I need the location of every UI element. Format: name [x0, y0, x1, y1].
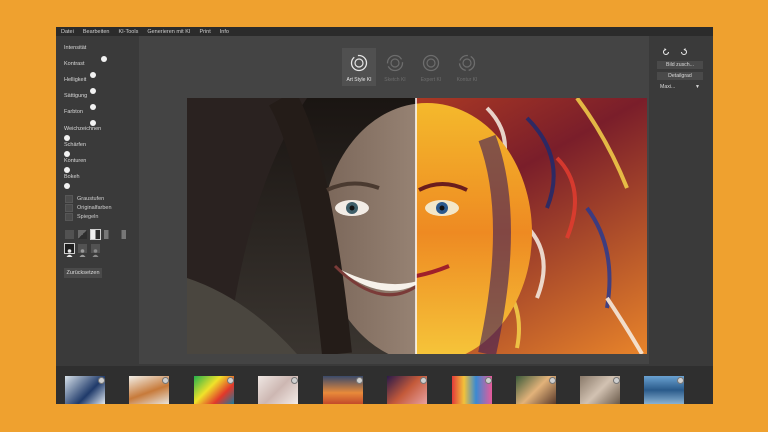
menu-print[interactable]: Print [194, 29, 214, 35]
size-select-value: Maxi... [660, 84, 676, 90]
original-colors-label: Originalfarben [77, 205, 112, 211]
thumbnail-badge [677, 377, 684, 384]
blur-slider[interactable] [64, 135, 70, 141]
person-outline-icon [79, 249, 86, 257]
grayscale-option[interactable]: Graustufen [65, 195, 104, 203]
right-panel: Bild zusch... Detailgrad Maxi... ▼ [651, 36, 713, 366]
thumbnail[interactable] [320, 376, 366, 404]
size-select[interactable]: Maxi... ▼ [657, 83, 703, 91]
thumbnail-badge [162, 377, 169, 384]
fit-image-button[interactable]: Bild zusch... [657, 61, 703, 69]
portrait-mode-3-button[interactable] [91, 244, 100, 257]
thumbnail-badge [485, 377, 492, 384]
person-icon [66, 249, 73, 257]
contour-icon [458, 54, 476, 72]
blur-label: Weichzeichnen [64, 126, 102, 132]
menu-ki-tools[interactable]: KI-Tools [113, 29, 142, 35]
tab-art-style-label: Art Style KI [346, 77, 372, 83]
menu-bar: Datei Bearbeiten KI-Tools Generieren mit… [56, 27, 713, 36]
saturation-slider[interactable] [90, 104, 96, 110]
contours-slider[interactable] [64, 167, 70, 173]
thumbnail-badge [613, 377, 620, 384]
thumbnail[interactable] [126, 376, 172, 404]
original-colors-checkbox[interactable] [65, 204, 73, 212]
filmstrip [56, 366, 713, 404]
view-original-button[interactable] [65, 230, 74, 239]
thumbnail[interactable] [577, 376, 623, 404]
hue-label: Farbton [64, 109, 83, 115]
saturation-label: Sättigung [64, 93, 88, 99]
thumbnail[interactable] [449, 376, 495, 404]
thumbnail[interactable] [62, 376, 108, 404]
split-half-button[interactable] [104, 230, 113, 239]
tab-contour[interactable]: Kontur KI [450, 48, 484, 86]
brightness-slider[interactable] [90, 88, 96, 94]
chevron-down-icon: ▼ [695, 84, 700, 90]
thumbnail-badge [98, 377, 105, 384]
tab-sketch[interactable]: Sketch KI [378, 48, 412, 86]
original-colors-option[interactable]: Originalfarben [65, 204, 112, 212]
sharpen-slider[interactable] [64, 151, 70, 157]
grayscale-checkbox[interactable] [65, 195, 73, 203]
portrait-mode-2-button[interactable] [78, 244, 87, 257]
contrast-slider[interactable] [90, 72, 96, 78]
split-vertical-button[interactable] [90, 229, 101, 240]
reset-button[interactable]: Zurücksetzen [64, 268, 102, 278]
tab-art-style[interactable]: Art Style KI [342, 48, 376, 86]
thumbnail[interactable] [191, 376, 237, 404]
tab-expert-label: Expert KI [420, 77, 442, 83]
tab-contour-label: Kontur KI [456, 77, 478, 83]
intensity-label: Intensität [64, 45, 87, 51]
menu-datei[interactable]: Datei [56, 29, 78, 35]
thumbnail-badge [549, 377, 556, 384]
split-half-alt-button[interactable] [117, 230, 126, 239]
expert-icon [422, 54, 440, 72]
thumbnail[interactable] [384, 376, 430, 404]
mirror-checkbox[interactable] [65, 213, 73, 221]
contrast-label: Kontrast [64, 61, 85, 67]
contours-label: Konturen [64, 158, 87, 164]
redo-icon[interactable] [680, 48, 688, 56]
thumbnail-badge [227, 377, 234, 384]
app-window: Datei Bearbeiten KI-Tools Generieren mit… [56, 27, 713, 404]
bokeh-label: Bokeh [64, 174, 80, 180]
adjustments-panel: Intensität Kontrast Helligkeit Sättigung… [56, 36, 136, 366]
art-style-icon [350, 54, 368, 72]
intensity-slider[interactable] [101, 56, 108, 62]
detail-level-button[interactable]: Detailgrad [657, 72, 703, 80]
thumbnail[interactable] [255, 376, 301, 404]
mirror-option[interactable]: Spiegeln [65, 213, 98, 221]
portrait-mode-button[interactable] [64, 243, 75, 257]
thumbnail-badge [291, 377, 298, 384]
brightness-label: Helligkeit [64, 77, 87, 83]
thumbnail[interactable] [641, 376, 687, 404]
preview-image[interactable] [187, 98, 647, 354]
mirror-label: Spiegeln [77, 214, 99, 220]
thumbnail-badge [356, 377, 363, 384]
tab-sketch-label: Sketch KI [384, 77, 406, 83]
thumbnail[interactable] [513, 376, 559, 404]
menu-generieren[interactable]: Generieren mit KI [142, 29, 194, 35]
split-diagonal-button[interactable] [78, 230, 87, 239]
menu-bearbeiten[interactable]: Bearbeiten [78, 29, 114, 35]
thumbnail-badge [420, 377, 427, 384]
bokeh-slider[interactable] [64, 183, 70, 189]
sketch-icon [386, 54, 404, 72]
canvas-area: Art Style KI Sketch KI Expert KI Kontur … [139, 36, 649, 364]
menu-info[interactable]: Info [215, 29, 233, 35]
tab-expert[interactable]: Expert KI [414, 48, 448, 86]
undo-icon[interactable] [662, 48, 670, 56]
sharpen-label: Schärfen [64, 142, 87, 148]
grayscale-label: Graustufen [77, 196, 105, 202]
person-dim-icon [92, 249, 99, 257]
